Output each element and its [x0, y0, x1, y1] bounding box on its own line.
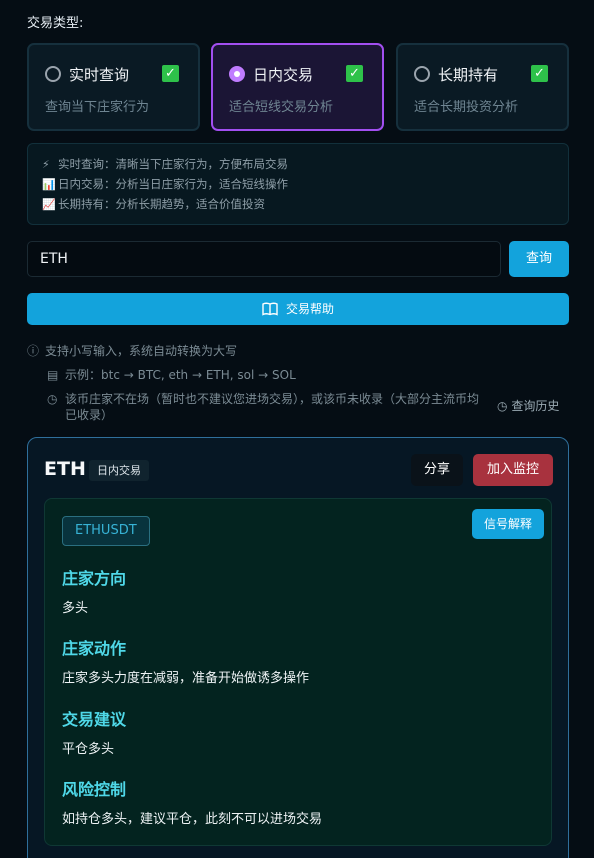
coin-search-input[interactable] — [27, 241, 501, 277]
section-heading: 交易建议 — [62, 710, 127, 729]
section-heading: 庄家动作 — [62, 639, 127, 658]
trade-type-label: 交易类型: — [27, 16, 84, 31]
tip-lowercase: ⓘ 支持小写输入，系统自动转换为大写 — [27, 344, 238, 358]
clock-icon: ◷ — [47, 392, 58, 406]
info-line: 📊 日内交易：分析当日庄家行为，适合短线操作 — [42, 177, 288, 191]
section-text: 多头 — [62, 601, 89, 616]
tip-warning-cont: 已收录） — [65, 408, 114, 422]
section-heading: 庄家方向 — [62, 569, 127, 588]
radio-icon[interactable] — [45, 66, 61, 82]
book-icon — [262, 302, 278, 316]
section-text: 如持仓多头，建议平仓，此刻不可以进场交易 — [62, 812, 323, 827]
trade-type-name: 日内交易 — [253, 66, 314, 84]
symbol-badge: ETHUSDT — [62, 516, 150, 546]
trade-type-realtime[interactable]: 实时查询 ✓ 查询当下庄家行为 — [27, 43, 200, 131]
trend-chart-icon: 📈 — [42, 198, 56, 211]
coin-title: ETH — [44, 458, 86, 480]
trade-type-badge: 日内交易 — [89, 460, 149, 481]
section-text: 庄家多头力度在减弱，准备开始做诱多操作 — [62, 671, 310, 686]
share-button[interactable]: 分享 — [411, 454, 463, 486]
trade-type-name: 实时查询 — [69, 66, 130, 84]
document-icon: ▤ — [47, 368, 59, 382]
info-line: 📈 长期持有：分析长期趋势，适合价值投资 — [42, 197, 265, 211]
trade-type-desc: 适合短线交易分析 — [229, 100, 334, 115]
radio-icon[interactable] — [229, 66, 245, 82]
clock-icon: ◷ — [497, 399, 508, 413]
query-history-link[interactable]: ◷ 查询历史 — [497, 397, 559, 414]
trade-type-desc: 查询当下庄家行为 — [45, 100, 150, 115]
trade-type-longterm[interactable]: 长期持有 ✓ 适合长期投资分析 — [396, 43, 569, 131]
trade-type-selector: 实时查询 ✓ 查询当下庄家行为 日内交易 ✓ 适合短线交易分析 长期持有 ✓ 适… — [27, 43, 569, 131]
query-button[interactable]: 查询 — [509, 241, 569, 277]
check-icon: ✓ — [162, 65, 179, 82]
tip-warning: ◷ 该币庄家不在场（暂时也不建议您进场交易），或该币未收录（大部分主流币均 — [47, 392, 480, 406]
trade-type-intraday[interactable]: 日内交易 ✓ 适合短线交易分析 — [211, 43, 384, 131]
radio-icon[interactable] — [414, 66, 430, 82]
trade-type-name: 长期持有 — [438, 66, 499, 84]
info-line: ⚡ 实时查询：清晰当下庄家行为，方便布局交易 — [42, 157, 288, 171]
check-icon: ✓ — [531, 65, 548, 82]
trade-type-info: ⚡ 实时查询：清晰当下庄家行为，方便布局交易 📊 日内交易：分析当日庄家行为，适合短… — [27, 143, 569, 225]
check-icon: ✓ — [346, 65, 363, 82]
signal-explain-button[interactable]: 信号解释 — [472, 509, 544, 539]
trade-help-button[interactable]: 交易帮助 — [27, 293, 569, 325]
section-heading: 风险控制 — [62, 780, 127, 799]
bar-chart-icon: 📊 — [42, 178, 56, 191]
info-icon: ⓘ — [27, 344, 40, 358]
result-card: ETH 日内交易 分享 加入监控 ETHUSDT 信号解释 庄家方向 多头 庄家… — [27, 437, 569, 858]
lightning-icon: ⚡ — [42, 158, 50, 171]
tip-example: ▤ 示例：btc → BTC, eth → ETH, sol → SOL — [47, 368, 296, 382]
section-text: 平仓多头 — [62, 742, 115, 757]
trade-type-desc: 适合长期投资分析 — [414, 100, 519, 115]
signal-card: ETHUSDT 信号解释 庄家方向 多头 庄家动作 庄家多头力度在减弱，准备开始… — [44, 498, 552, 846]
add-monitor-button[interactable]: 加入监控 — [473, 454, 553, 486]
